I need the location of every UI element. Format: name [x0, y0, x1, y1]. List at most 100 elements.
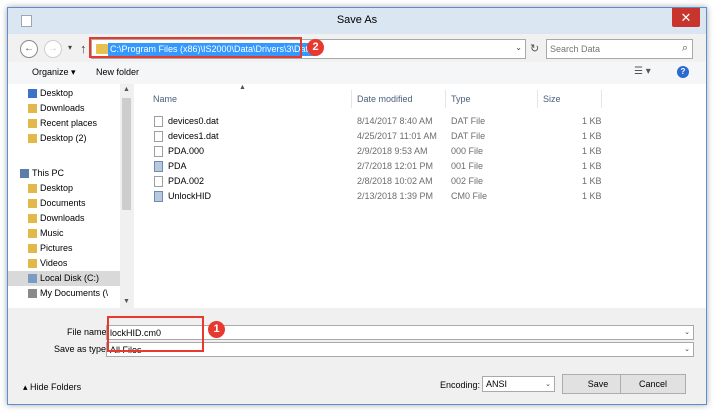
view-options-icon[interactable]: ☰ ▾ [634, 66, 651, 77]
nav-item-label: Downloads [40, 213, 85, 223]
recent-locations-icon[interactable]: ▾ [68, 43, 72, 52]
encoding-value[interactable]: ANSI [486, 379, 507, 389]
nav-item-desktop-2[interactable]: Desktop (2) [8, 131, 120, 146]
file-size-cell: 1 KB [582, 146, 602, 156]
new-folder-button[interactable]: New folder [96, 67, 139, 77]
file-size-cell: 1 KB [582, 116, 602, 126]
file-date-cell: 2/7/2018 12:01 PM [357, 161, 434, 171]
nav-scrollbar[interactable]: ▲ ▼ [120, 84, 133, 308]
file-type-cell: DAT File [451, 116, 486, 126]
nav-item-pictures[interactable]: Pictures [8, 241, 120, 256]
app-file-icon [154, 161, 163, 172]
file-name-cell: UnlockHID [168, 191, 212, 201]
up-arrow-icon[interactable]: ↑ [80, 41, 87, 56]
file-row[interactable]: UnlockHID 2/13/2018 1:39 PM CM0 File 1 KB [134, 189, 604, 204]
file-list: ▲ Name Date modified Type Size devices0.… [134, 84, 706, 308]
file-date-cell: 2/13/2018 1:39 PM [357, 191, 434, 201]
scroll-thumb[interactable] [122, 98, 131, 210]
nav-item-label: Desktop (2) [40, 133, 87, 143]
nav-item-label: Downloads [40, 103, 85, 113]
nav-item-music[interactable]: Music [8, 226, 120, 241]
file-size-cell: 1 KB [582, 161, 602, 171]
this-pc-icon [20, 169, 29, 178]
file-name-cell: PDA.000 [168, 146, 205, 156]
file-name-label: File name: [67, 327, 110, 337]
navigation-pane: Desktop Downloads Recent places Desktop (2)… [8, 84, 133, 308]
nav-item-label: My Documents (\ [40, 288, 109, 298]
file-size-cell: 1 KB [582, 131, 602, 141]
scroll-down-icon[interactable]: ▼ [120, 296, 133, 308]
nav-item-this-pc[interactable]: This PC [8, 166, 120, 181]
column-header-type[interactable]: Type [446, 90, 538, 108]
file-icon [154, 131, 163, 142]
file-size-cell: 1 KB [582, 191, 602, 201]
file-row[interactable]: devices0.dat 8/14/2017 8:40 AM DAT File 1 K… [134, 114, 604, 129]
nav-item-documents[interactable]: Documents [8, 196, 120, 211]
drive-icon [28, 274, 37, 283]
encoding-dropdown-icon[interactable]: ⌄ [545, 380, 551, 388]
help-icon[interactable]: ? [677, 66, 689, 78]
nav-item-desktop[interactable]: Desktop [8, 181, 120, 196]
file-name-cell: devices0.dat [168, 116, 219, 126]
file-name-dropdown-icon[interactable]: ⌄ [684, 328, 690, 336]
save-as-type-dropdown-icon[interactable]: ⌄ [684, 345, 690, 353]
nav-item-downloads[interactable]: Downloads [8, 211, 120, 226]
nav-item-desktop[interactable]: Desktop [8, 86, 120, 101]
file-date-cell: 4/25/2017 11:01 AM [357, 131, 437, 141]
file-type-cell: 000 File [451, 146, 484, 156]
file-name-cell: devices1.dat [168, 131, 219, 141]
file-name-cell: PDA [168, 161, 187, 171]
forward-button[interactable]: → [44, 40, 62, 58]
nav-item-label: Desktop [40, 183, 74, 193]
file-type-cell: 002 File [451, 176, 484, 186]
address-dropdown-icon[interactable]: ⌄ [515, 43, 522, 52]
annotation-badge-2: 2 [307, 39, 324, 56]
search-icon[interactable]: ⌕ [682, 42, 688, 55]
encoding-select[interactable]: ANSI ⌄ [482, 376, 555, 392]
save-as-type-label: Save as type: [54, 344, 109, 354]
back-button[interactable]: ← [20, 40, 38, 58]
cancel-button[interactable]: Cancel [620, 374, 686, 394]
file-type-cell: 001 File [451, 161, 484, 171]
nav-item-label: Recent places [40, 118, 98, 128]
file-size-cell: 1 KB [582, 176, 602, 186]
search-input[interactable] [550, 42, 670, 56]
scroll-up-icon[interactable]: ▲ [120, 84, 133, 96]
title-bar: Save As ✕ [8, 8, 706, 34]
callout-address-path [89, 37, 302, 58]
annotation-badge-1: 1 [208, 321, 225, 338]
column-header-name[interactable]: Name [148, 90, 352, 108]
nav-item-local-disk-c[interactable]: Local Disk (C:) [8, 271, 120, 286]
search-box[interactable]: ⌕ [546, 39, 693, 59]
file-icon [154, 146, 163, 157]
collapse-icon: ▴ [23, 382, 28, 392]
file-date-cell: 2/8/2018 10:02 AM [357, 176, 433, 186]
documents-icon [28, 199, 37, 208]
column-header-size[interactable]: Size [538, 90, 602, 108]
close-button[interactable]: ✕ [672, 8, 700, 27]
nav-item-label: Desktop [40, 88, 74, 98]
downloads-icon [28, 104, 37, 113]
nav-item-downloads[interactable]: Downloads [8, 101, 120, 116]
file-icon [154, 176, 163, 187]
network-drive-icon [28, 289, 37, 298]
refresh-icon[interactable]: ↻ [530, 42, 539, 55]
window-title: Save As [336, 14, 378, 26]
file-type-cell: DAT File [451, 131, 486, 141]
recent-places-icon [28, 119, 37, 128]
nav-item-recent-places[interactable]: Recent places [8, 116, 120, 131]
file-row[interactable]: PDA.000 2/9/2018 9:53 AM 000 File 1 KB [134, 144, 604, 159]
nav-item-videos[interactable]: Videos [8, 256, 120, 271]
file-row[interactable]: PDA 2/7/2018 12:01 PM 001 File 1 KB [134, 159, 604, 174]
save-as-dialog: Save As ✕ ← → ▾ ↑ C:\Program Files (x86)… [7, 7, 707, 405]
file-row[interactable]: PDA.002 2/8/2018 10:02 AM 002 File 1 KB [134, 174, 604, 189]
organize-menu[interactable]: Organize ▾ [32, 67, 76, 78]
file-icon [154, 116, 163, 127]
column-header-date-modified[interactable]: Date modified [352, 90, 446, 108]
folder-icon [28, 134, 37, 143]
nav-item-label: Documents [40, 198, 86, 208]
file-row[interactable]: devices1.dat 4/25/2017 11:01 AM DAT File 1 … [134, 129, 604, 144]
nav-item-label: Music [40, 228, 64, 238]
nav-item-my-documents[interactable]: My Documents (\ [8, 286, 120, 301]
hide-folders-button[interactable]: ▴ Hide Folders [23, 382, 81, 393]
